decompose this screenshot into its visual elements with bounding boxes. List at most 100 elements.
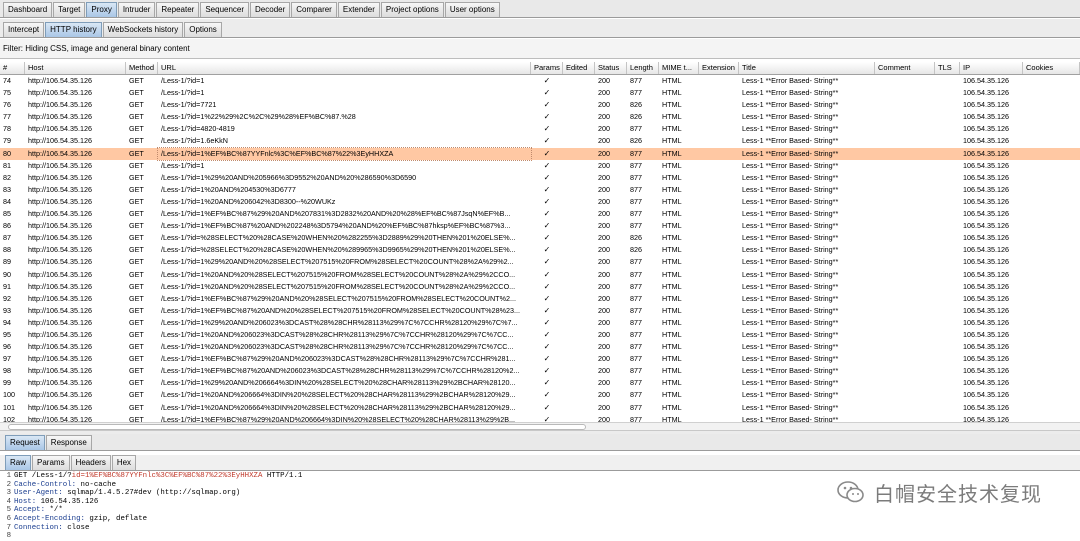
- tab-project-options[interactable]: Project options: [380, 2, 444, 17]
- table-row[interactable]: 97 http://106.54.35.126 GET/Less-1/?id=1%E…: [0, 353, 1080, 365]
- column-header-cookies[interactable]: Cookies: [1023, 62, 1080, 74]
- row-host: http://106.54.35.126: [28, 88, 92, 98]
- row-ip: 106.54.35.126: [963, 233, 1009, 243]
- column-header-tls[interactable]: TLS: [935, 62, 960, 74]
- table-row[interactable]: 84 http://106.54.35.126 GET/Less-1/?id=1%2…: [0, 196, 1080, 208]
- view-tab-headers[interactable]: Headers: [70, 455, 111, 470]
- view-tab-params[interactable]: Params: [32, 455, 70, 470]
- table-row[interactable]: 76 http://106.54.35.126 GET/Less-1/?id=772…: [0, 99, 1080, 111]
- row-length: 877: [630, 305, 642, 315]
- subtab-intercept[interactable]: Intercept: [3, 22, 45, 37]
- column-header-number[interactable]: #: [0, 62, 25, 74]
- column-header-status[interactable]: Status: [595, 62, 627, 74]
- row-title: Less-1 **Error Based- String**: [742, 269, 839, 279]
- message-tab-bar: Request Response: [0, 434, 1080, 451]
- table-row[interactable]: 88 http://106.54.35.126 GET/Less-1/?id=%28…: [0, 244, 1080, 256]
- table-row[interactable]: 91 http://106.54.35.126 GET/Less-1/?id=1%2…: [0, 281, 1080, 293]
- column-header-mime-t[interactable]: MIME t...: [659, 62, 699, 74]
- horizontal-scrollbar[interactable]: [0, 422, 1080, 430]
- table-row[interactable]: 90 http://106.54.35.126 GET/Less-1/?id=1%2…: [0, 269, 1080, 281]
- column-header-edited[interactable]: Edited: [563, 62, 595, 74]
- column-header-extension[interactable]: Extension: [699, 62, 739, 74]
- table-row[interactable]: 94 http://106.54.35.126 GET/Less-1/?id=1%2…: [0, 317, 1080, 329]
- message-tab-request[interactable]: Request: [5, 435, 45, 450]
- row-host: http://106.54.35.126: [28, 269, 92, 279]
- table-row[interactable]: 93 http://106.54.35.126 GET/Less-1/?id=1%E…: [0, 305, 1080, 317]
- tab-user-options[interactable]: User options: [444, 2, 500, 17]
- row-mime-type: HTML: [662, 124, 682, 134]
- tab-extender[interactable]: Extender: [337, 2, 380, 17]
- row-method: GET: [129, 378, 144, 388]
- table-row[interactable]: 85 http://106.54.35.126 GET/Less-1/?id=1%E…: [0, 208, 1080, 220]
- subtab-options[interactable]: Options: [184, 22, 222, 37]
- tab-target[interactable]: Target: [53, 2, 86, 17]
- row-number: 95: [3, 329, 11, 339]
- view-tab-raw[interactable]: Raw: [5, 455, 32, 470]
- row-url: /Less-1/?id=4820-4819: [161, 124, 235, 134]
- row-number: 76: [3, 100, 11, 110]
- table-row[interactable]: 82 http://106.54.35.126 GET/Less-1/?id=1%2…: [0, 172, 1080, 184]
- tab-repeater[interactable]: Repeater: [156, 2, 200, 17]
- table-row[interactable]: 77 http://106.54.35.126 GET/Less-1/?id=1%2…: [0, 111, 1080, 123]
- table-row[interactable]: 98 http://106.54.35.126 GET/Less-1/?id=1%E…: [0, 365, 1080, 377]
- table-row[interactable]: 89 http://106.54.35.126 GET/Less-1/?id=1%2…: [0, 256, 1080, 268]
- view-tab-hex[interactable]: Hex: [111, 455, 137, 470]
- row-number: 82: [3, 172, 11, 182]
- row-ip: 106.54.35.126: [963, 160, 1009, 170]
- table-row[interactable]: 81 http://106.54.35.126 GET/Less-1/?id=1 20…: [0, 160, 1080, 172]
- table-row[interactable]: 80 http://106.54.35.126 GET/Less-1/?id=1%E…: [0, 146, 1080, 161]
- row-status: 200: [598, 354, 610, 364]
- subtab-http-history[interactable]: HTTP history: [45, 22, 102, 37]
- row-status: 200: [598, 281, 610, 291]
- row-url: /Less-1/?id=%28SELECT%20%28CASE%20WHEN%2…: [161, 233, 516, 243]
- table-row[interactable]: 100 http://106.54.35.126 GET/Less-1/?id=1%…: [0, 389, 1080, 401]
- row-ip: 106.54.35.126: [963, 209, 1009, 219]
- column-header-ip[interactable]: IP: [960, 62, 1023, 74]
- table-row[interactable]: 83 http://106.54.35.126 GET/Less-1/?id=1%2…: [0, 184, 1080, 196]
- row-title: Less-1 **Error Based- String**: [742, 354, 839, 364]
- column-header-params[interactable]: Params: [531, 62, 563, 74]
- filter-bar[interactable]: Filter: Hiding CSS, image and general bi…: [0, 39, 1080, 59]
- table-row[interactable]: 96 http://106.54.35.126 GET/Less-1/?id=1%2…: [0, 341, 1080, 353]
- row-method: GET: [129, 305, 144, 315]
- table-row[interactable]: 87 http://106.54.35.126 GET/Less-1/?id=%28…: [0, 232, 1080, 244]
- column-header-host[interactable]: Host: [25, 62, 126, 74]
- column-header-url[interactable]: URL: [158, 62, 531, 74]
- tab-sequencer[interactable]: Sequencer: [200, 2, 250, 17]
- row-mime-type: HTML: [662, 293, 682, 303]
- tab-comparer[interactable]: Comparer: [291, 2, 337, 17]
- subtab-websockets-history[interactable]: WebSockets history: [102, 22, 184, 37]
- table-row[interactable]: 95 http://106.54.35.126 GET/Less-1/?id=1%2…: [0, 329, 1080, 341]
- row-ip: 106.54.35.126: [963, 257, 1009, 267]
- row-title: Less-1 **Error Based- String**: [742, 329, 839, 339]
- row-method: GET: [129, 233, 144, 243]
- params-check-icon: ✓: [543, 196, 551, 206]
- column-header-method[interactable]: Method: [126, 62, 158, 74]
- row-host: http://106.54.35.126: [28, 221, 92, 231]
- row-url: /Less-1/?id=1%29%20AND%206664%3DIN%20%28…: [161, 378, 516, 388]
- table-row[interactable]: 99 http://106.54.35.126 GET/Less-1/?id=1%2…: [0, 377, 1080, 389]
- row-ip: 106.54.35.126: [963, 184, 1009, 194]
- row-title: Less-1 **Error Based- String**: [742, 281, 839, 291]
- column-header-title[interactable]: Title: [739, 62, 875, 74]
- table-row[interactable]: 74 http://106.54.35.126 GET/Less-1/?id=1 20…: [0, 75, 1080, 87]
- tab-dashboard[interactable]: Dashboard: [3, 2, 53, 17]
- params-check-icon: ✓: [543, 112, 551, 122]
- table-row[interactable]: 101 http://106.54.35.126 GET/Less-1/?id=1%…: [0, 402, 1080, 414]
- table-row[interactable]: 78 http://106.54.35.126 GET/Less-1/?id=482…: [0, 123, 1080, 135]
- header-value: close: [67, 523, 90, 532]
- message-tab-response[interactable]: Response: [45, 435, 92, 450]
- params-check-icon: ✓: [543, 293, 551, 303]
- row-host: http://106.54.35.126: [28, 293, 92, 303]
- table-row[interactable]: 75 http://106.54.35.126 GET/Less-1/?id=1 20…: [0, 87, 1080, 99]
- table-row[interactable]: 79 http://106.54.35.126 GET/Less-1/?id=1.6…: [0, 135, 1080, 147]
- row-ip: 106.54.35.126: [963, 245, 1009, 255]
- table-row[interactable]: 86 http://106.54.35.126 GET/Less-1/?id=1%E…: [0, 220, 1080, 232]
- tab-intruder[interactable]: Intruder: [117, 2, 156, 17]
- table-row[interactable]: 92 http://106.54.35.126 GET/Less-1/?id=1%E…: [0, 293, 1080, 305]
- column-header-length[interactable]: Length: [627, 62, 659, 74]
- row-method: GET: [129, 402, 144, 412]
- column-header-comment[interactable]: Comment: [875, 62, 935, 74]
- tab-decoder[interactable]: Decoder: [250, 2, 291, 17]
- tab-proxy[interactable]: Proxy: [86, 2, 117, 17]
